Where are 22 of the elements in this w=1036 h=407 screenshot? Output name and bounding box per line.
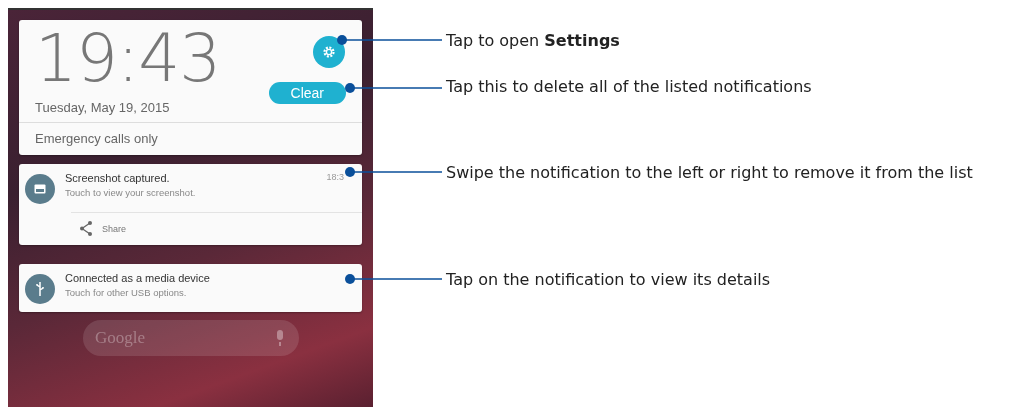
callout-text: Tap this to delete all of the listed notifications [446,76,813,98]
share-button[interactable]: Share [79,221,127,236]
notification-title: Connected as a media device [65,272,211,284]
image-icon [34,184,46,194]
notification-card[interactable]: Connected as a media device Touch for other USB options. [19,264,362,312]
notification-card[interactable]: Screenshot captured. Touch to view your screenshot. 18:3 Share [19,164,362,245]
settings-button[interactable] [313,36,345,68]
date: Tuesday, May 19, 2015 [35,100,171,115]
share-icon [79,221,93,236]
clear-button[interactable]: Clear [268,82,346,104]
notification-title: Screenshot captured. [65,172,171,184]
callout-text: Tap on the notification to view its details [446,269,772,291]
callout-text: Tap to open Settings [446,30,621,52]
clock: 19:43 [35,24,221,94]
notification-text: Touch for other USB options. [65,287,188,298]
callout-text: Swipe the notification to the left or right to remove it from the list [446,162,974,184]
settings-icon [322,45,336,59]
notification-time: 18:3 [326,172,344,182]
microphone-icon [275,330,285,346]
notification-text: Touch to view your screenshot. [65,187,197,198]
usb-icon [35,282,45,296]
status-text: Emergency calls only [19,122,362,155]
